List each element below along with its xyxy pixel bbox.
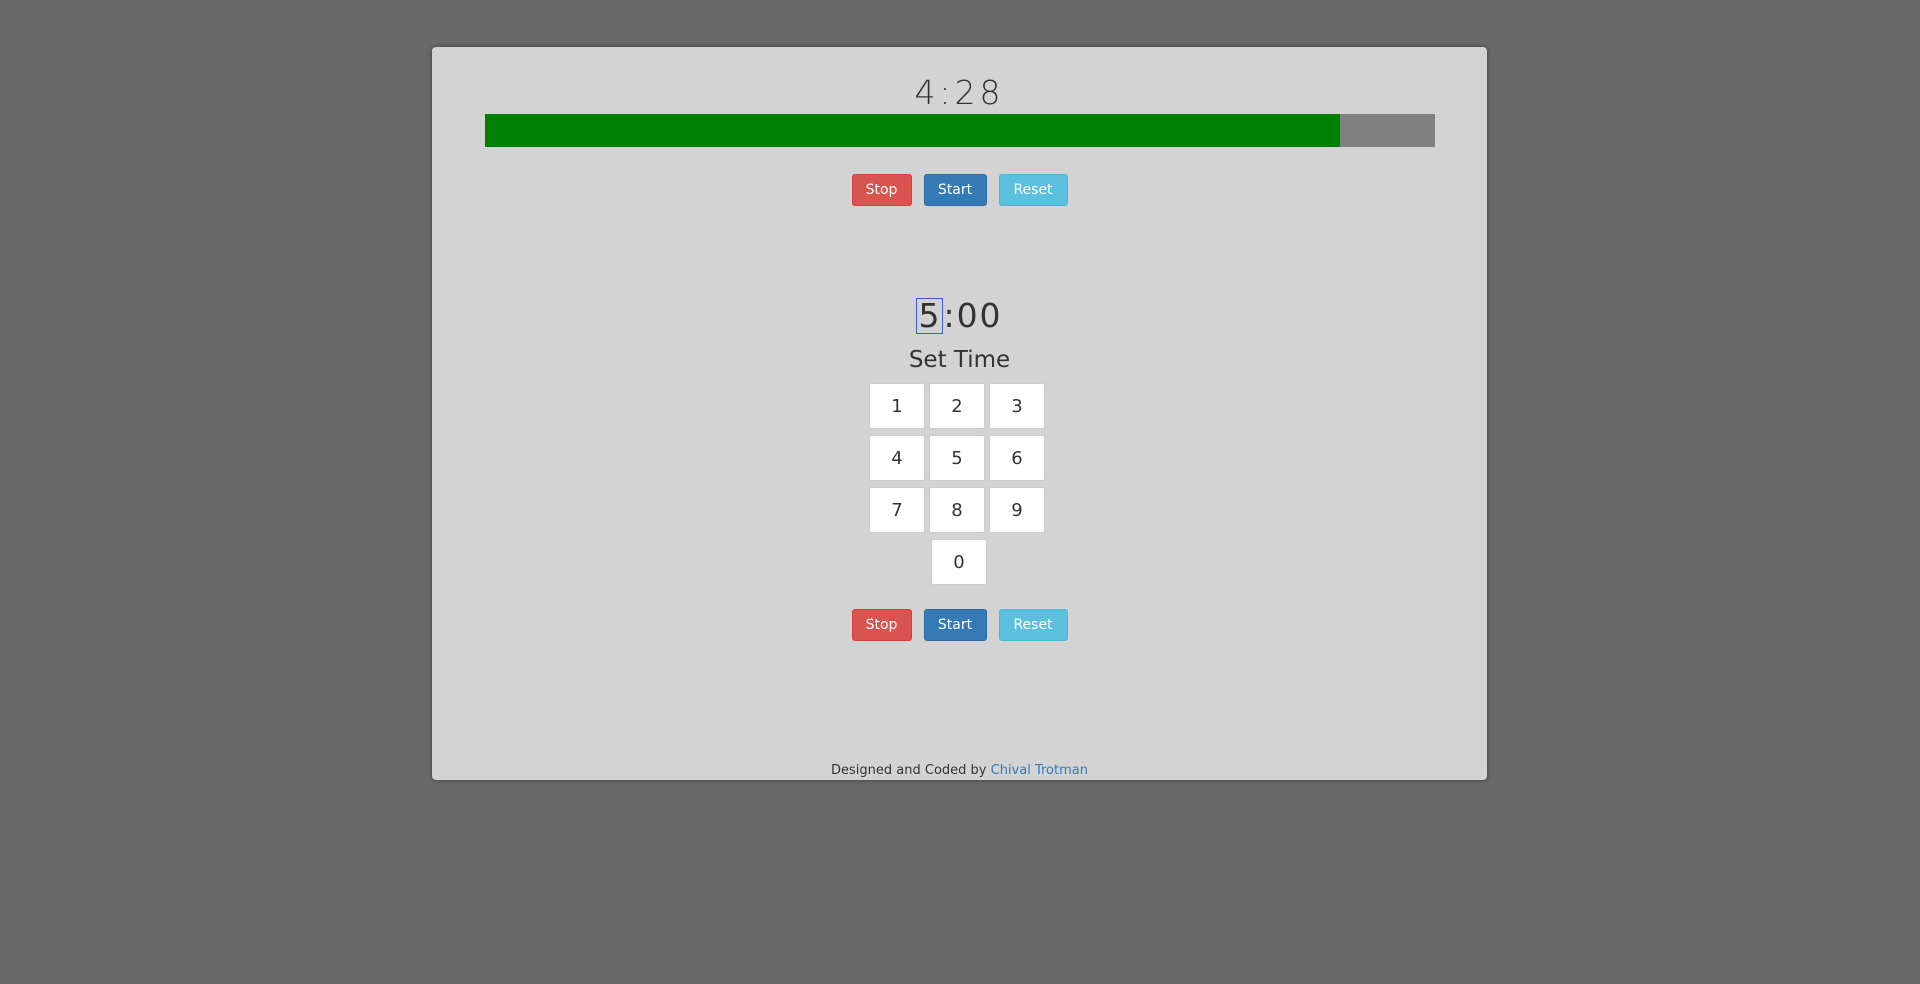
top-controls: Stop Start Reset xyxy=(432,174,1487,206)
stop-button[interactable]: Stop xyxy=(851,609,912,641)
keypad-key-6[interactable]: 6 xyxy=(989,435,1045,481)
keypad-key-7[interactable]: 7 xyxy=(869,487,925,533)
time-separator: : xyxy=(943,296,957,335)
reset-button[interactable]: Reset xyxy=(998,174,1068,206)
countdown-display: 4:28 xyxy=(914,73,1005,112)
set-time-display: 5:00 xyxy=(432,296,1487,335)
keypad-key-8[interactable]: 8 xyxy=(929,487,985,533)
set-time-label: Set Time xyxy=(908,347,1011,373)
minutes-field[interactable]: 5 xyxy=(916,298,944,334)
progress-bar-fill xyxy=(485,114,1340,147)
reset-button[interactable]: Reset xyxy=(998,609,1068,641)
bottom-controls: Stop Start Reset xyxy=(432,609,1487,641)
footer-credit: Designed and Coded by Chival Trotman xyxy=(432,763,1487,778)
start-button[interactable]: Start xyxy=(923,174,987,206)
timer-card: 4:28 Stop Start Reset 5:00 Set Time 1 2 … xyxy=(432,47,1487,780)
footer-prefix: Designed and Coded by xyxy=(831,763,987,778)
keypad-key-3[interactable]: 3 xyxy=(989,383,1045,429)
progress-bar xyxy=(485,114,1435,147)
author-link[interactable]: Chival Trotman xyxy=(991,763,1088,778)
start-button[interactable]: Start xyxy=(923,609,987,641)
keypad-key-1[interactable]: 1 xyxy=(869,383,925,429)
keypad-key-2[interactable]: 2 xyxy=(929,383,985,429)
keypad-key-0[interactable]: 0 xyxy=(931,539,987,585)
seconds-field[interactable]: 00 xyxy=(957,296,1003,335)
keypad-key-9[interactable]: 9 xyxy=(989,487,1045,533)
keypad-key-5[interactable]: 5 xyxy=(929,435,985,481)
keypad-key-4[interactable]: 4 xyxy=(869,435,925,481)
stop-button[interactable]: Stop xyxy=(851,174,912,206)
